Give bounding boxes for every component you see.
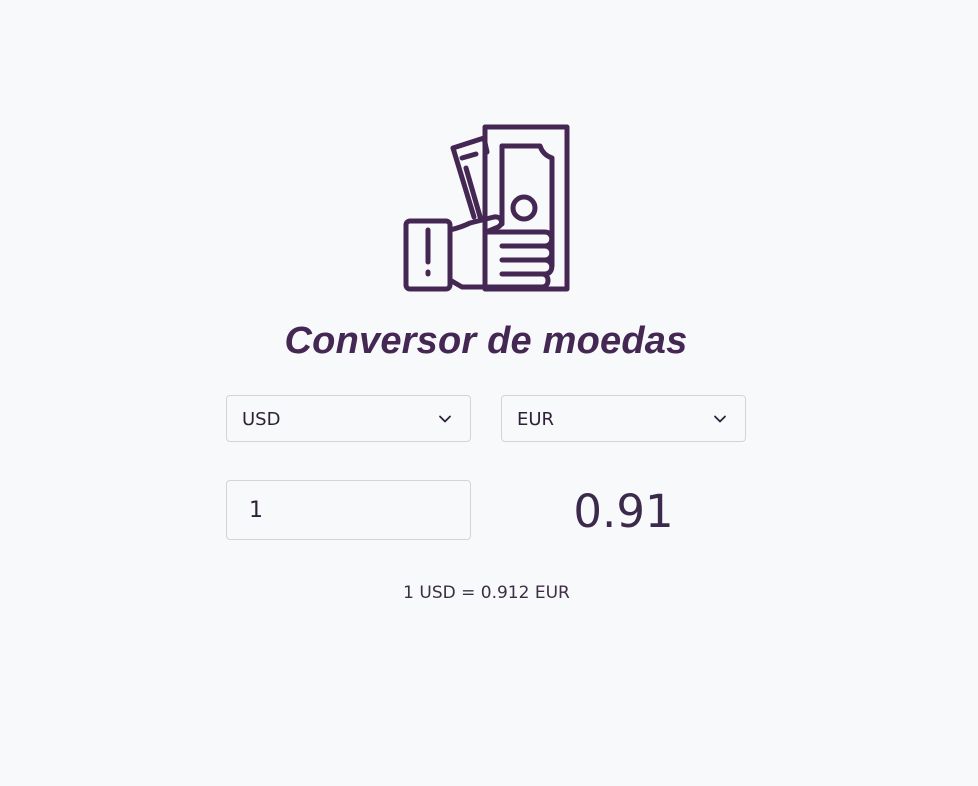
exchange-rate-text: 1 USD = 0.912 EUR (403, 583, 570, 603)
from-currency-value: USD (242, 409, 281, 430)
to-currency-select[interactable]: EUR (501, 395, 746, 442)
converter-page: Conversor de moedas USD EUR 0.91 1 USD =… (0, 0, 978, 786)
from-currency-select[interactable]: USD (226, 395, 471, 442)
chevron-down-icon (439, 415, 451, 423)
to-currency-value: EUR (517, 409, 555, 430)
amount-input[interactable] (226, 480, 471, 540)
page-title: Conversor de moedas (284, 320, 688, 362)
converted-result: 0.91 (573, 485, 674, 538)
money-hand-icon (402, 124, 570, 292)
chevron-down-icon (714, 415, 726, 423)
